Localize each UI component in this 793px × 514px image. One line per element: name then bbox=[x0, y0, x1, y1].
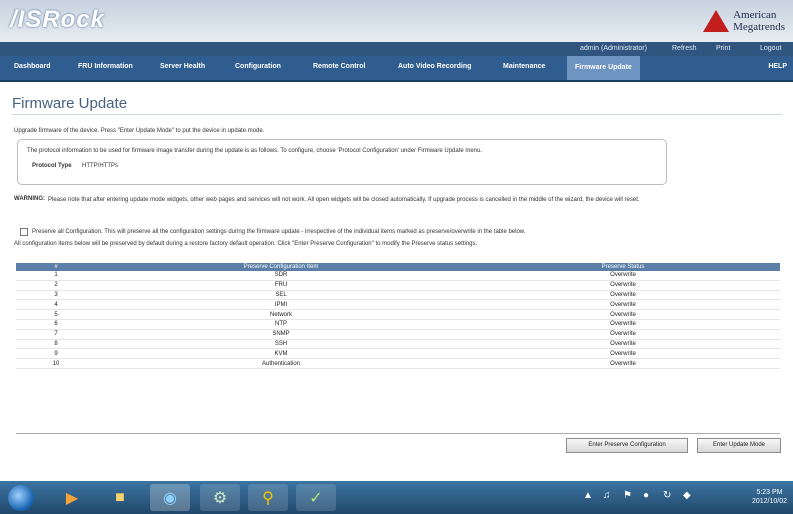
row-status: Overwrite bbox=[466, 319, 780, 330]
tray-shield-icon[interactable]: ◆ bbox=[683, 490, 691, 501]
tray-info-icon[interactable]: ● bbox=[643, 490, 649, 501]
app-header: /ISRock American Megatrends bbox=[0, 0, 793, 42]
asrock-logo: /ISRock bbox=[10, 6, 106, 33]
row-index: 9 bbox=[16, 348, 96, 360]
col-header-status[interactable]: Preserve Status bbox=[466, 263, 780, 271]
table-row[interactable]: 7 SNMP Overwrite bbox=[16, 329, 780, 340]
row-index: 2 bbox=[16, 280, 96, 291]
row-item: IPMI bbox=[96, 299, 466, 311]
row-status: Overwrite bbox=[466, 271, 780, 281]
row-index: 1 bbox=[16, 271, 96, 281]
nav-configuration[interactable]: Configuration bbox=[235, 63, 281, 70]
main-nav: Dashboard FRU Information Server Health … bbox=[0, 56, 793, 82]
table-row[interactable]: 1 SDR Overwrite bbox=[16, 271, 780, 281]
logout-link[interactable]: Logout bbox=[760, 45, 781, 52]
checklist-tool-icon[interactable]: ✓ bbox=[296, 484, 336, 511]
protocol-info-box: The protocol information to be used for … bbox=[17, 139, 667, 185]
table-row[interactable]: 6 NTP Overwrite bbox=[16, 319, 780, 330]
bottom-divider bbox=[16, 433, 780, 434]
network-tool-icon[interactable]: ⚙ bbox=[200, 484, 240, 511]
row-item: FRU bbox=[96, 280, 466, 291]
protocol-type-value: HTTP/HTTPs bbox=[82, 163, 118, 169]
protocol-note: The protocol information to be used for … bbox=[27, 148, 483, 154]
intro-text: Upgrade firmware of the device. Press "E… bbox=[14, 128, 265, 134]
row-status: Overwrite bbox=[466, 299, 780, 311]
warning-text: Please note that after entering update m… bbox=[48, 197, 640, 203]
table-row[interactable]: 5 Network Overwrite bbox=[16, 309, 780, 320]
row-status: Overwrite bbox=[466, 329, 780, 340]
row-item: SNMP bbox=[96, 329, 466, 340]
page-title: Firmware Update bbox=[12, 95, 128, 112]
row-index: 7 bbox=[16, 329, 96, 340]
nav-maintenance[interactable]: Maintenance bbox=[503, 63, 545, 70]
title-divider bbox=[12, 114, 782, 115]
table-row[interactable]: 2 FRU Overwrite bbox=[16, 280, 780, 291]
table-row[interactable]: 4 IPMI Overwrite bbox=[16, 299, 780, 311]
row-item: SEL bbox=[96, 290, 466, 301]
row-status: Overwrite bbox=[466, 280, 780, 291]
preserve-all-checkbox[interactable] bbox=[20, 228, 28, 236]
search-tool-icon[interactable]: ⚲ bbox=[248, 484, 288, 511]
preserve-config-table: # Preserve Configuration Item Preserve S… bbox=[16, 263, 780, 369]
user-label: admin (Administrator) bbox=[580, 45, 647, 52]
row-index: 3 bbox=[16, 290, 96, 301]
system-tray: ▲ ♫ ⚑ ● ↻ ◆ 5:23 PM 2012/10/02 bbox=[563, 481, 793, 514]
help-link[interactable]: HELP bbox=[768, 63, 787, 70]
table-row[interactable]: 3 SEL Overwrite bbox=[16, 290, 780, 301]
preserve-note: All configuration items below will be pr… bbox=[14, 241, 478, 247]
row-index: 4 bbox=[16, 299, 96, 311]
enter-update-mode-button[interactable]: Enter Update Mode bbox=[697, 438, 781, 453]
row-item: Network bbox=[96, 309, 466, 320]
enter-preserve-configuration-button[interactable]: Enter Preserve Configuration bbox=[566, 438, 688, 453]
row-item: KVM bbox=[96, 348, 466, 360]
ami-logo: American Megatrends bbox=[703, 6, 785, 36]
row-item: NTP bbox=[96, 319, 466, 330]
tray-volume-icon[interactable]: ♫ bbox=[603, 490, 611, 501]
tray-flag-icon[interactable]: ⚑ bbox=[623, 490, 632, 501]
row-index: 5 bbox=[16, 309, 96, 320]
preserve-all-label: Preserve all Configuration. This will pr… bbox=[32, 229, 526, 235]
nav-firmware-update[interactable]: Firmware Update bbox=[567, 56, 640, 80]
refresh-link[interactable]: Refresh bbox=[672, 45, 697, 52]
row-index: 10 bbox=[16, 358, 96, 369]
nav-server-health[interactable]: Server Health bbox=[160, 63, 205, 70]
nav-dashboard[interactable]: Dashboard bbox=[14, 63, 51, 70]
start-button-icon[interactable] bbox=[8, 485, 34, 511]
row-index: 6 bbox=[16, 319, 96, 330]
table-row[interactable]: 9 KVM Overwrite bbox=[16, 348, 780, 360]
clock-time: 5:23 PM bbox=[756, 489, 783, 496]
taskbar-clock[interactable]: 5:23 PM 2012/10/02 bbox=[752, 488, 787, 506]
nav-fru-information[interactable]: FRU Information bbox=[78, 63, 133, 70]
row-status: Overwrite bbox=[466, 358, 780, 369]
tray-update-icon[interactable]: ↻ bbox=[663, 490, 671, 501]
row-status: Overwrite bbox=[466, 309, 780, 320]
col-header-index[interactable]: # bbox=[16, 263, 96, 271]
row-status: Overwrite bbox=[466, 348, 780, 360]
col-header-item[interactable]: Preserve Configuration Item bbox=[96, 263, 466, 271]
ami-triangle-icon bbox=[703, 10, 730, 32]
row-item: SSH bbox=[96, 339, 466, 350]
taskbar: ▶ ■ ◉ ⚙ ⚲ ✓ ▲ ♫ ⚑ ● ↻ ◆ 5:23 PM 2012/10/… bbox=[0, 481, 793, 514]
row-item: SDR bbox=[96, 271, 466, 281]
ami-line2: Megatrends bbox=[733, 21, 785, 33]
media-player-icon[interactable]: ▶ bbox=[52, 484, 92, 511]
nav-remote-control[interactable]: Remote Control bbox=[313, 63, 366, 70]
row-item: Authentication bbox=[96, 358, 466, 369]
ami-line1: American bbox=[733, 9, 777, 21]
nav-auto-video-recording[interactable]: Auto Video Recording bbox=[398, 63, 471, 70]
row-index: 8 bbox=[16, 339, 96, 350]
protocol-type-label: Protocol Type bbox=[32, 163, 72, 169]
table-row[interactable]: 8 SSH Overwrite bbox=[16, 339, 780, 350]
print-link[interactable]: Print bbox=[716, 45, 730, 52]
warning-label: WARNING: bbox=[14, 196, 45, 202]
clock-date: 2012/10/02 bbox=[751, 498, 787, 505]
row-status: Overwrite bbox=[466, 339, 780, 350]
browser-icon[interactable]: ◉ bbox=[150, 484, 190, 511]
table-row[interactable]: 10 Authentication Overwrite bbox=[16, 358, 780, 369]
row-status: Overwrite bbox=[466, 290, 780, 301]
tray-network-icon[interactable]: ▲ bbox=[583, 490, 593, 501]
utility-bar: admin (Administrator) Refresh Print Logo… bbox=[0, 42, 793, 56]
file-explorer-icon[interactable]: ■ bbox=[100, 484, 140, 511]
